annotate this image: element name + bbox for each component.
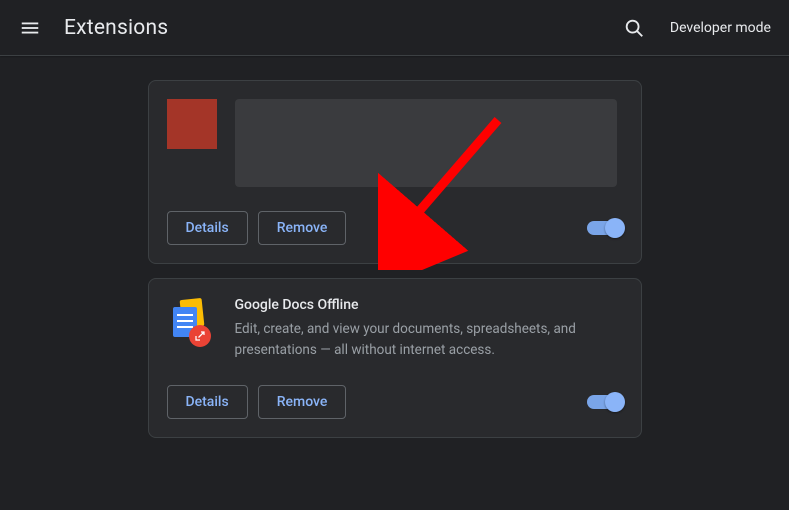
extension-card: Details Remove (148, 80, 642, 264)
remove-button[interactable]: Remove (258, 385, 347, 419)
page-title: Extensions (64, 16, 168, 40)
extension-info-redacted (235, 99, 617, 187)
extension-card: Google Docs Offline Edit, create, and vi… (148, 278, 642, 438)
extension-title: Google Docs Offline (235, 297, 623, 313)
extension-icon (167, 99, 217, 149)
remove-button[interactable]: Remove (258, 211, 347, 245)
enable-toggle[interactable] (587, 221, 623, 235)
extension-icon (167, 297, 217, 347)
details-button[interactable]: Details (167, 211, 248, 245)
enable-toggle[interactable] (587, 395, 623, 409)
developer-mode-label[interactable]: Developer mode (670, 20, 771, 36)
menu-icon[interactable] (18, 16, 42, 40)
details-button[interactable]: Details (167, 385, 248, 419)
extension-description: Edit, create, and view your documents, s… (235, 319, 623, 361)
offline-badge-icon (189, 325, 211, 347)
top-bar: Extensions Developer mode (0, 0, 789, 56)
search-icon[interactable] (622, 16, 646, 40)
extensions-list: Details Remove Google Docs Offline Edit,… (0, 56, 789, 452)
